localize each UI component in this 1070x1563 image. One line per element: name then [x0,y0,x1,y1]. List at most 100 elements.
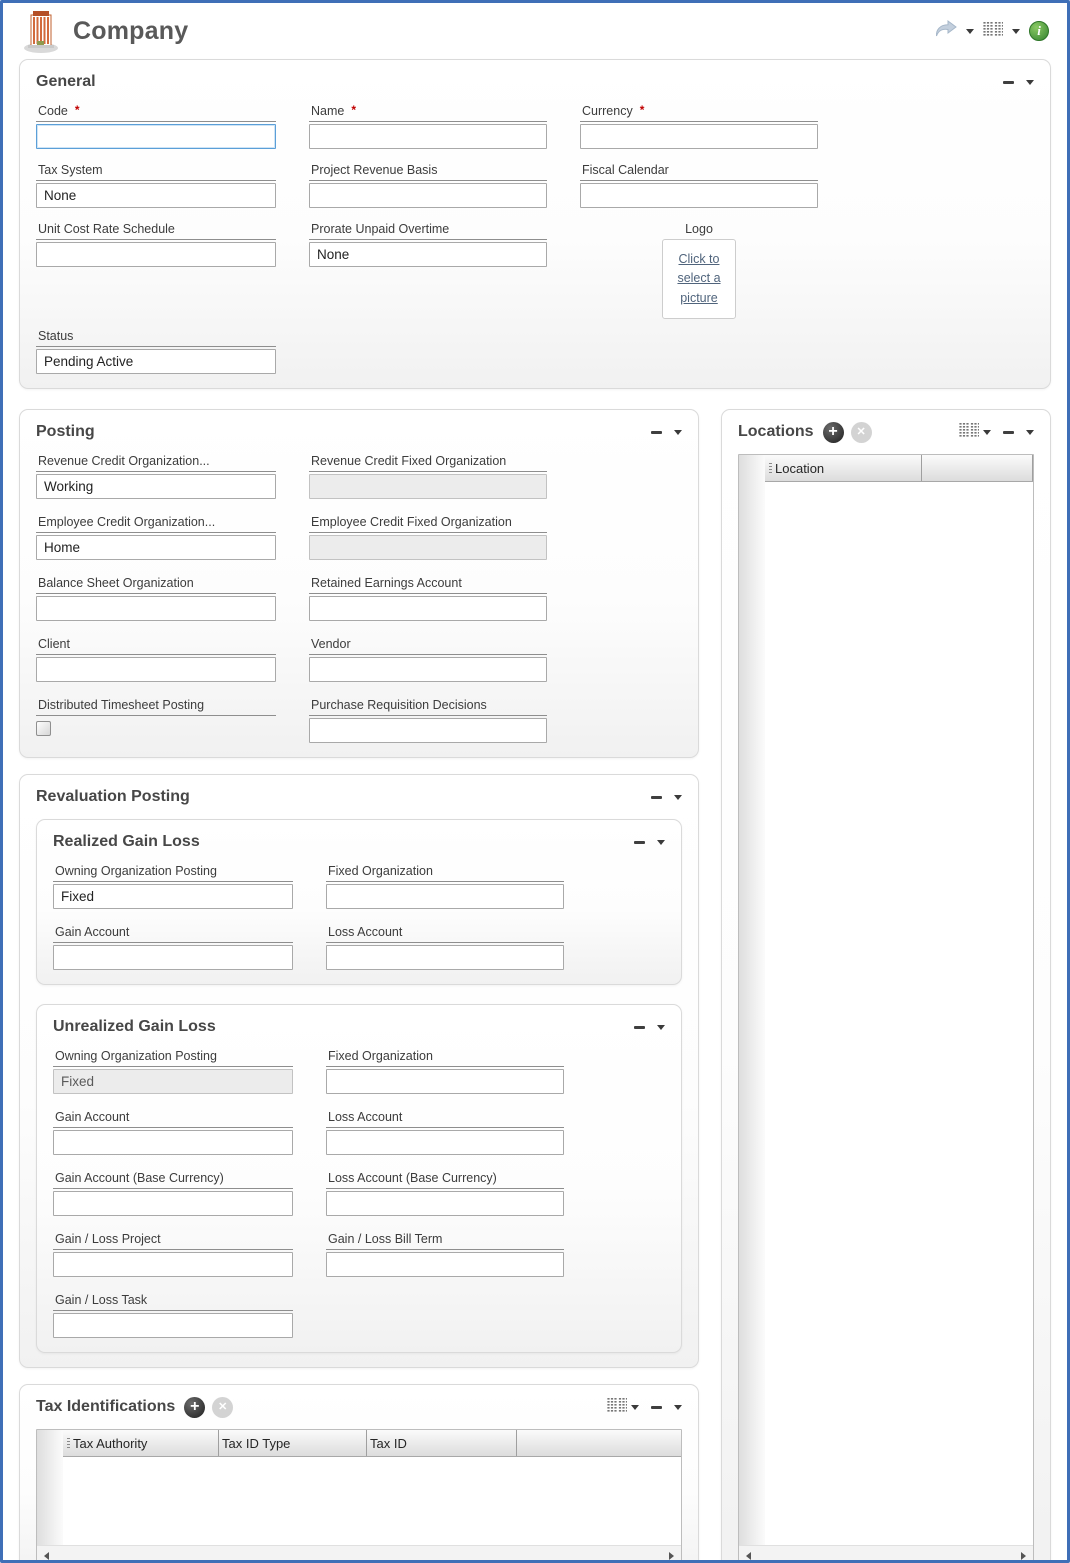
unrealized-gain-account-input[interactable] [53,1130,293,1155]
share-dropdown-caret-icon[interactable] [966,29,974,34]
scroll-right-arrow-icon[interactable] [1021,1552,1026,1560]
share-icon[interactable] [935,20,957,42]
fiscal-calendar-input[interactable] [580,183,818,208]
collapse-icon[interactable] [651,796,662,799]
loss-account-label: Loss Account [328,925,402,939]
scroll-left-arrow-icon[interactable] [746,1552,751,1560]
employee-credit-org-input[interactable] [36,535,276,560]
section-menu-caret-icon[interactable] [674,795,682,800]
section-menu-caret-icon[interactable] [657,840,665,845]
client-input[interactable] [36,657,276,682]
grid-columns-caret-icon[interactable] [983,430,991,435]
tax-system-input[interactable] [36,183,276,208]
realized-gain-loss-title: Realized Gain Loss [53,833,200,851]
realized-gain-account-input[interactable] [53,945,293,970]
section-menu-caret-icon[interactable] [657,1025,665,1030]
logo-label: Logo [685,222,713,236]
collapse-icon[interactable] [1003,431,1014,434]
grid-body[interactable] [765,482,1033,1545]
section-menu-caret-icon[interactable] [674,430,682,435]
revenue-credit-org-input[interactable] [36,474,276,499]
retained-earnings-account-input[interactable] [309,596,547,621]
gain-loss-project-input[interactable] [53,1252,293,1277]
delete-row-button: ✕ [851,422,872,443]
field-status: Status [36,329,276,374]
client-label: Client [38,637,70,651]
name-input[interactable] [309,124,547,149]
unit-cost-rate-schedule-input[interactable] [36,242,276,267]
owning-org-posting-label: Owning Organization Posting [55,864,217,878]
collapse-icon[interactable] [634,1026,645,1029]
revenue-credit-fixed-org-label: Revenue Credit Fixed Organization [311,454,506,468]
scroll-left-arrow-icon[interactable] [44,1552,49,1560]
revenue-credit-fixed-org-input [309,474,547,499]
status-label: Status [38,329,73,343]
loss-account-base-currency-input[interactable] [326,1191,564,1216]
prorate-unpaid-overtime-input[interactable] [309,242,547,267]
balance-sheet-org-input[interactable] [36,596,276,621]
column-header-location[interactable]: Location [765,455,922,481]
vendor-input[interactable] [309,657,547,682]
purchase-requisition-decisions-input[interactable] [309,718,547,743]
realized-fixed-organization-input[interactable] [326,884,564,909]
tax-identifications-panel: Tax Identifications + ✕ [19,1384,699,1563]
horizontal-scrollbar[interactable] [739,1545,1033,1563]
balance-sheet-org-label: Balance Sheet Organization [38,576,194,590]
grid-columns-icon[interactable] [607,1398,627,1417]
gain-account-base-currency-input[interactable] [53,1191,293,1216]
section-menu-caret-icon[interactable] [674,1405,682,1410]
section-menu-caret-icon[interactable] [1026,80,1034,85]
unrealized-loss-account-input[interactable] [326,1130,564,1155]
grid-row-gutter [37,1430,63,1545]
columns-icon[interactable] [983,22,1003,41]
project-revenue-basis-input[interactable] [309,183,547,208]
status-input[interactable] [36,349,276,374]
grid-columns-icon[interactable] [959,423,979,442]
field-name: Name * [309,104,547,149]
field-fiscal-calendar: Fiscal Calendar [580,163,818,208]
field-client: Client [36,637,276,682]
add-row-button[interactable]: + [823,422,844,443]
unit-cost-rate-schedule-label: Unit Cost Rate Schedule [38,222,175,236]
column-header-tax-id[interactable]: Tax ID [367,1430,517,1456]
column-header-tax-authority[interactable]: Tax Authority [63,1430,219,1456]
posting-panel: Posting Revenue Credit Organization... R… [19,409,699,758]
scroll-right-arrow-icon[interactable] [669,1552,674,1560]
grid-columns-caret-icon[interactable] [631,1405,639,1410]
currency-label: Currency [582,104,633,118]
field-retained-earnings-account: Retained Earnings Account [309,576,547,621]
gain-account-base-currency-label: Gain Account (Base Currency) [55,1171,224,1185]
grid-body[interactable] [63,1457,681,1545]
project-revenue-basis-label: Project Revenue Basis [311,163,437,177]
loss-account-label: Loss Account [328,1110,402,1124]
tax-identifications-section-title: Tax Identifications [36,1398,175,1416]
gain-loss-bill-term-input[interactable] [326,1252,564,1277]
realized-loss-account-input[interactable] [326,945,564,970]
name-label: Name [311,104,344,118]
field-prorate-unpaid-overtime: Prorate Unpaid Overtime [309,222,547,319]
logo-picture-box[interactable]: Click to select a picture [662,239,736,319]
column-header-empty [517,1430,681,1456]
info-icon[interactable]: i [1029,21,1049,41]
currency-input[interactable] [580,124,818,149]
collapse-icon[interactable] [634,841,645,844]
add-row-button[interactable]: + [184,1397,205,1418]
collapse-icon[interactable] [651,431,662,434]
realized-owning-org-posting-input[interactable] [53,884,293,909]
code-input[interactable] [36,124,276,149]
field-balance-sheet-org: Balance Sheet Organization [36,576,276,621]
locations-section-title: Locations [738,423,814,441]
logo-select-link[interactable]: Click to select a picture [667,250,731,308]
collapse-icon[interactable] [651,1406,662,1409]
employee-credit-org-label: Employee Credit Organization... [38,515,215,529]
distributed-timesheet-posting-checkbox[interactable] [36,721,51,736]
collapse-icon[interactable] [1003,81,1014,84]
section-menu-caret-icon[interactable] [1026,430,1034,435]
unrealized-fixed-organization-input[interactable] [326,1069,564,1094]
field-gain-loss-project: Gain / Loss Project [53,1232,293,1277]
column-header-tax-id-type[interactable]: Tax ID Type [219,1430,367,1456]
columns-dropdown-caret-icon[interactable] [1012,29,1020,34]
field-realized-loss-account: Loss Account [326,925,564,970]
horizontal-scrollbar[interactable] [37,1545,681,1563]
gain-loss-task-input[interactable] [53,1313,293,1338]
